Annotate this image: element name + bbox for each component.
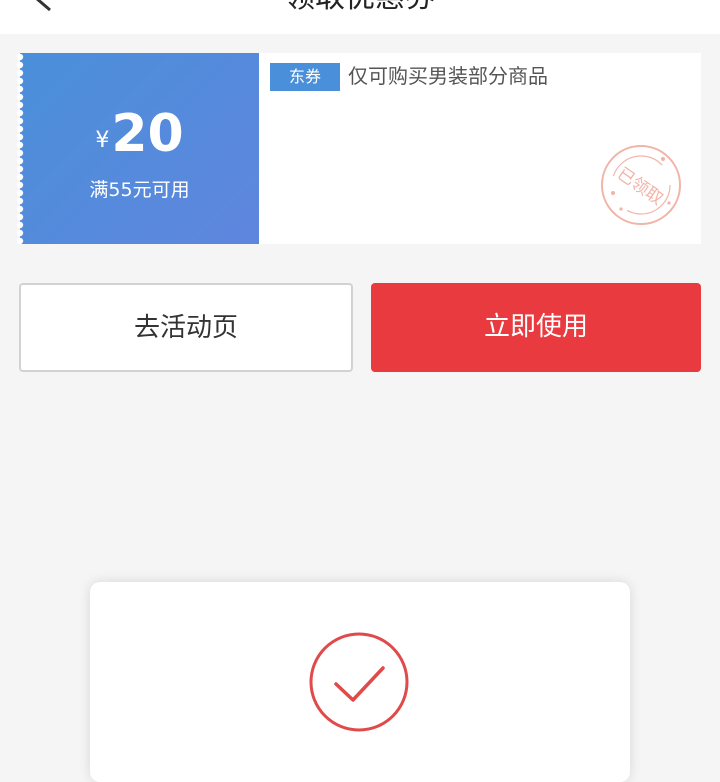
go-to-activity-button[interactable]: 去活动页 <box>19 283 353 372</box>
coupon-value-panel: ¥20 满55元可用 <box>16 53 259 244</box>
claimed-stamp-label: 已领取 <box>613 164 666 210</box>
success-check-icon <box>309 632 409 732</box>
coupon-info-panel: 东券 仅可购买男装部分商品 已领取 <box>259 53 701 244</box>
coupon-card: ¥20 满55元可用 东券 仅可购买男装部分商品 已领取 <box>16 53 701 244</box>
coupon-amount-value: 20 <box>111 104 184 164</box>
coupon-condition: 满55元可用 <box>89 179 190 201</box>
use-now-button[interactable]: 立即使用 <box>371 283 701 372</box>
top-nav-bar: 领取优惠券 <box>0 0 720 34</box>
coupon-type-badge: 东券 <box>270 63 340 91</box>
currency-symbol: ¥ <box>95 128 110 153</box>
coupon-description: 仅可购买男装部分商品 <box>348 64 548 88</box>
page-title: 领取优惠券 <box>0 0 720 18</box>
claimed-stamp-icon: 已领取 <box>601 145 681 225</box>
success-dialog <box>90 582 630 782</box>
coupon-amount: ¥20 <box>20 105 259 163</box>
